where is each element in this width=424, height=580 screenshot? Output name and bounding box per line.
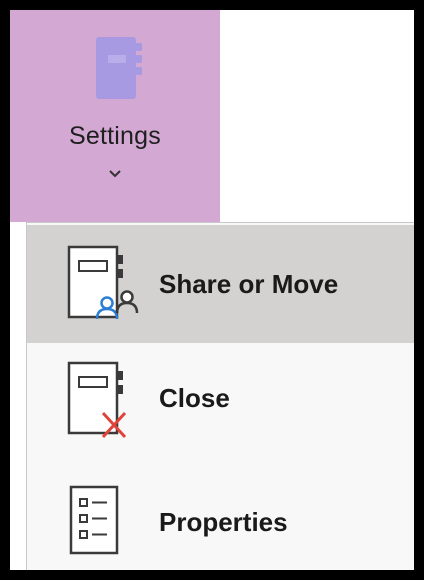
menu-item-label: Properties <box>159 507 288 537</box>
properties-list-icon <box>69 485 119 555</box>
ribbon-blank-area <box>220 10 414 222</box>
settings-dropdown-menu: Share or Move Close Properties <box>26 222 414 570</box>
menu-item-share-or-move[interactable]: Share or Move <box>27 225 414 343</box>
notebook-share-icon <box>67 245 139 320</box>
menu-item-close[interactable]: Close <box>27 343 414 461</box>
settings-label: Settings <box>69 122 161 150</box>
menu-item-properties[interactable]: Properties <box>27 461 414 579</box>
notebook-settings-icon <box>96 37 142 99</box>
menu-item-label: Share or Move <box>159 269 339 299</box>
menu-item-label: Close <box>159 383 230 413</box>
settings-button[interactable]: Settings <box>10 10 220 222</box>
window-frame: Settings Share or Move Close Properties <box>0 0 424 580</box>
chevron-down-icon <box>109 170 121 178</box>
notebook-close-icon <box>67 361 127 439</box>
